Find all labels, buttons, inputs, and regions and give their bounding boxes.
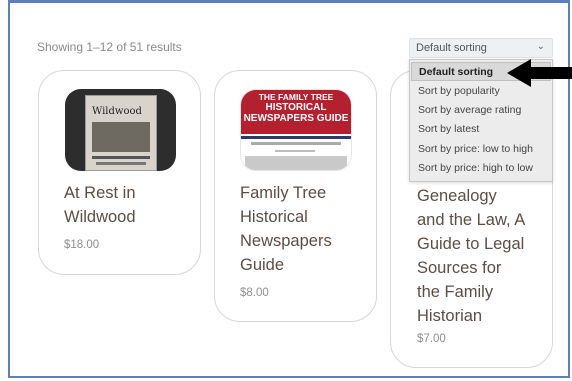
product-price: $8.00	[240, 287, 269, 299]
product-card[interactable]: Wildwood At Rest in Wildwood $18.00	[38, 70, 201, 275]
sort-option-price-high-low[interactable]: Sort by price: high to low	[411, 159, 551, 178]
sort-select-value: Default sorting	[416, 42, 487, 54]
title-line: Guide	[240, 256, 285, 274]
cover-rule	[96, 162, 146, 165]
cover-title: THE FAMILY TREE	[258, 92, 334, 102]
cover-photo	[245, 156, 347, 170]
title-line: Wildwood	[64, 208, 136, 226]
product-image[interactable]: THE FAMILY TREE HISTORICAL NEWSPAPERS GU…	[240, 89, 352, 171]
title-line: Historical	[240, 208, 308, 226]
cover-title: HISTORICAL	[265, 102, 327, 113]
book-cover: Wildwood	[85, 95, 157, 171]
product-image[interactable]: Wildwood	[65, 89, 176, 171]
cover-title: NEWSPAPERS GUIDE	[243, 113, 349, 124]
chevron-down-icon: ⌄	[536, 41, 545, 52]
title-line: Genealogy	[417, 187, 497, 205]
title-line: the Family	[417, 283, 494, 301]
sort-option-price-low-high[interactable]: Sort by price: low to high	[411, 140, 551, 159]
product-title[interactable]: At Rest in Wildwood	[64, 181, 184, 229]
product-title[interactable]: Genealogy and the Law, A Guide to Legal …	[417, 184, 545, 328]
title-line: and the Law, A	[417, 211, 526, 229]
cover-title: Wildwood	[92, 106, 142, 117]
title-line: Historian	[417, 307, 483, 325]
cover-rule	[241, 136, 351, 139]
product-card[interactable]: THE FAMILY TREE HISTORICAL NEWSPAPERS GU…	[214, 70, 377, 322]
cover-rule	[275, 150, 315, 152]
sort-option-latest[interactable]: Sort by latest	[411, 120, 551, 139]
sort-select[interactable]: Default sorting ⌄	[409, 38, 553, 58]
product-title[interactable]: Family Tree Historical Newspapers Guide	[240, 181, 360, 277]
title-line: Sources for	[417, 259, 502, 277]
title-line: Newspapers	[240, 232, 332, 250]
title-line: Family Tree	[240, 184, 327, 202]
results-count: Showing 1–12 of 51 results	[37, 40, 182, 54]
product-price: $18.00	[64, 239, 100, 251]
title-line: Guide to Legal	[417, 235, 525, 253]
pointer-arrow-icon	[507, 59, 572, 87]
cover-photo	[92, 122, 150, 152]
sort-option-rating[interactable]: Sort by average rating	[411, 101, 551, 120]
cover-rule	[251, 142, 341, 145]
book-cover: THE FAMILY TREE HISTORICAL NEWSPAPERS GU…	[241, 90, 351, 134]
title-line: At Rest in	[64, 184, 136, 202]
cover-rule	[92, 156, 150, 159]
product-price: $7.00	[417, 333, 446, 345]
